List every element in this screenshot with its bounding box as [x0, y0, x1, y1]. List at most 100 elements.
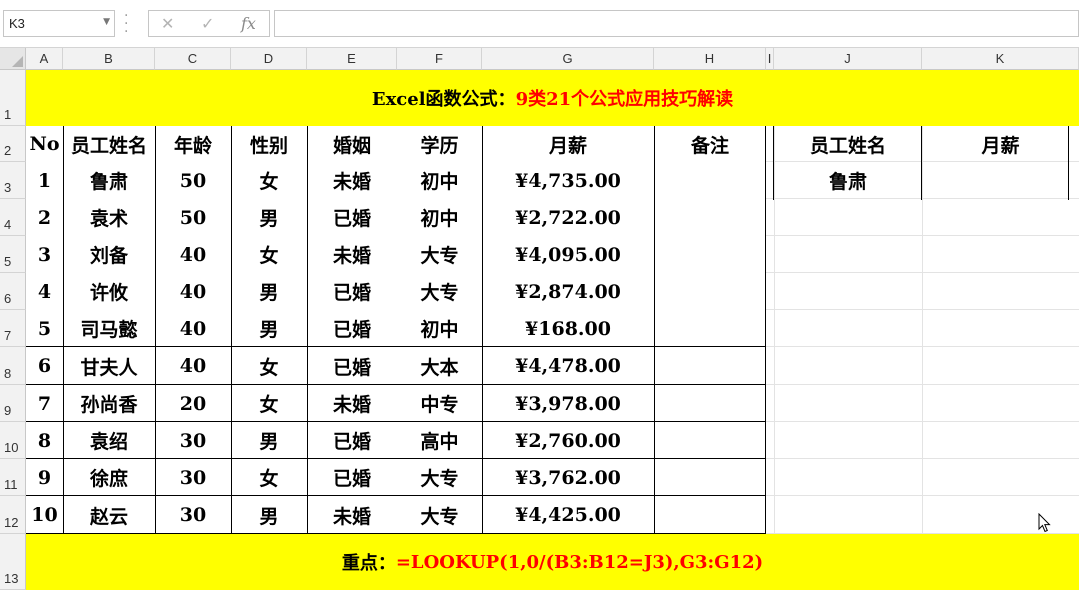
title-banner[interactable]: Excel函数公式： 9类21个公式应用技巧解读 [26, 70, 1079, 126]
table-header-cell[interactable]: 性别 [231, 126, 307, 162]
table-cell[interactable]: ¥4,735.00 [482, 162, 654, 199]
table-cell[interactable]: 未婚 [307, 162, 397, 199]
table-cell[interactable]: 9 [26, 459, 63, 496]
table-cell[interactable]: 40 [155, 236, 231, 273]
table-cell[interactable]: ¥3,762.00 [482, 459, 654, 496]
table-cell[interactable]: 女 [231, 162, 307, 199]
table-cell[interactable] [654, 236, 766, 273]
row-header-6[interactable]: 6 [0, 273, 26, 310]
footer-banner[interactable]: 重点： =LOOKUP(1,0/(B3:B12=J3),G3:G12) [26, 534, 1079, 590]
table-cell[interactable]: 高中 [397, 422, 482, 459]
table-cell[interactable]: 男 [231, 310, 307, 347]
table-cell[interactable]: 50 [155, 162, 231, 199]
table-cell[interactable]: 40 [155, 310, 231, 347]
table-cell[interactable]: 初中 [397, 162, 482, 199]
table-cell[interactable]: 男 [231, 496, 307, 534]
name-box[interactable]: K3 ▼ [3, 10, 115, 37]
table-cell[interactable]: 6 [26, 347, 63, 385]
table-cell[interactable] [654, 310, 766, 347]
table-cell[interactable]: 已婚 [307, 273, 397, 310]
spreadsheet-grid[interactable]: ABCDEFGHIJK 1 2 3 4 5 6 7 8 9 10 11 12 13 Excel函数公式：… [0, 48, 1079, 595]
table-cell[interactable]: 已婚 [307, 199, 397, 236]
table-header-cell[interactable]: 婚姻 [307, 126, 397, 162]
table-cell[interactable]: 30 [155, 459, 231, 496]
column-header-f[interactable]: F [397, 48, 482, 70]
column-header-h[interactable]: H [654, 48, 766, 70]
table-cell[interactable]: 女 [231, 385, 307, 422]
table-cell[interactable] [654, 273, 766, 310]
table-cell[interactable]: ¥3,978.00 [482, 385, 654, 422]
table-cell[interactable]: 大专 [397, 459, 482, 496]
table-cell[interactable]: 男 [231, 273, 307, 310]
table-cell[interactable]: 8 [26, 422, 63, 459]
select-all-button[interactable] [0, 48, 26, 70]
table-cell[interactable]: 甘夫人 [63, 347, 155, 385]
cancel-icon[interactable]: ✕ [161, 14, 174, 33]
row-header-11[interactable]: 11 [0, 459, 26, 496]
table-cell[interactable]: 初中 [397, 199, 482, 236]
table-cell[interactable]: 30 [155, 422, 231, 459]
table-cell[interactable] [654, 422, 766, 459]
table-cell[interactable]: ¥168.00 [482, 310, 654, 347]
row-header-4[interactable]: 4 [0, 199, 26, 236]
table-cell[interactable]: ¥2,760.00 [482, 422, 654, 459]
table-cell[interactable]: 50 [155, 199, 231, 236]
table-cell[interactable]: 袁绍 [63, 422, 155, 459]
table-header-cell[interactable]: 员工姓名 [63, 126, 155, 162]
row-header-2[interactable]: 2 [0, 126, 26, 162]
column-header-i[interactable]: I [766, 48, 774, 70]
table-cell[interactable]: ¥4,425.00 [482, 496, 654, 534]
table-cell[interactable]: 赵云 [63, 496, 155, 534]
table-cell[interactable]: 5 [26, 310, 63, 347]
table-cell[interactable]: ¥2,874.00 [482, 273, 654, 310]
row-header-10[interactable]: 10 [0, 422, 26, 459]
table-cell[interactable] [654, 199, 766, 236]
table-cell[interactable]: 2 [26, 199, 63, 236]
column-header-e[interactable]: E [307, 48, 397, 70]
column-header-j[interactable]: J [774, 48, 922, 70]
table-cell[interactable]: 20 [155, 385, 231, 422]
table-header-cell[interactable]: 月薪 [482, 126, 654, 162]
enter-icon[interactable]: ✓ [201, 14, 214, 33]
row-header-1[interactable]: 1 [0, 70, 26, 126]
table-cell[interactable]: 初中 [397, 310, 482, 347]
table-header-cell[interactable]: 学历 [397, 126, 482, 162]
row-header-8[interactable]: 8 [0, 347, 26, 385]
lookup-header-cell[interactable]: 月薪 [922, 126, 1079, 162]
drag-handle-icon[interactable]: · · · [124, 9, 130, 39]
lookup-value-cell[interactable] [922, 162, 1079, 199]
table-header-cell[interactable]: No [26, 126, 63, 162]
table-cell[interactable]: 孙尚香 [63, 385, 155, 422]
column-header-g[interactable]: G [482, 48, 654, 70]
column-header-c[interactable]: C [155, 48, 231, 70]
table-cell[interactable]: ¥4,478.00 [482, 347, 654, 385]
table-cell[interactable] [654, 385, 766, 422]
table-cell[interactable]: 10 [26, 496, 63, 534]
row-header-12[interactable]: 12 [0, 496, 26, 534]
table-cell[interactable]: 袁术 [63, 199, 155, 236]
table-cell[interactable]: 40 [155, 347, 231, 385]
table-cell[interactable]: 30 [155, 496, 231, 534]
table-cell[interactable] [654, 347, 766, 385]
table-cell[interactable]: 40 [155, 273, 231, 310]
row-header-5[interactable]: 5 [0, 236, 26, 273]
table-cell[interactable]: 大本 [397, 347, 482, 385]
formula-input[interactable] [274, 10, 1079, 37]
table-cell[interactable]: 已婚 [307, 310, 397, 347]
table-header-cell[interactable]: 备注 [654, 126, 766, 162]
table-cell[interactable]: 7 [26, 385, 63, 422]
row-header-7[interactable]: 7 [0, 310, 26, 347]
column-header-k[interactable]: K [922, 48, 1079, 70]
table-cell[interactable]: 女 [231, 236, 307, 273]
table-cell[interactable]: 大专 [397, 496, 482, 534]
table-cell[interactable]: 徐庶 [63, 459, 155, 496]
table-cell[interactable] [654, 496, 766, 534]
row-header-13[interactable]: 13 [0, 534, 26, 590]
table-cell[interactable]: 鲁肃 [63, 162, 155, 199]
table-cell[interactable]: 许攸 [63, 273, 155, 310]
table-cell[interactable]: 司马懿 [63, 310, 155, 347]
table-cell[interactable]: 刘备 [63, 236, 155, 273]
row-header-3[interactable]: 3 [0, 162, 26, 199]
column-header-d[interactable]: D [231, 48, 307, 70]
column-header-a[interactable]: A [26, 48, 63, 70]
